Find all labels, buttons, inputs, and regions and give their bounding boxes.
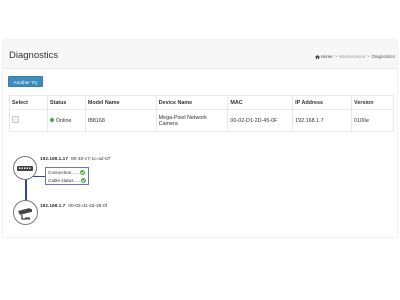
another-try-button[interactable]: Another Try	[8, 76, 43, 87]
page-title: Diagnostics	[9, 50, 59, 61]
cell-device-name: Mega-Pixel Network Camera	[155, 109, 229, 132]
cell-model: IB8168	[84, 109, 157, 132]
cell-ip: 192.168.1.7	[292, 109, 353, 132]
device-name-line2: Camera	[158, 120, 178, 127]
breadcrumb-home[interactable]: Home	[314, 54, 333, 59]
cell-status: Online	[46, 109, 86, 132]
breadcrumb-separator: >	[367, 54, 370, 59]
device-table: Select Status Model Name Device Name MAC…	[9, 95, 394, 132]
col-device-name: Device Name	[155, 95, 229, 110]
camera-node[interactable]	[13, 200, 38, 225]
cable-status: Cable status.....	[48, 178, 86, 183]
breadcrumb: Home > Maintenance > Diagnostics	[314, 54, 395, 59]
camera-icon	[18, 208, 32, 220]
check-icon	[79, 170, 85, 175]
switch-label: 192.168.1.17 00-40-c7-1c-a2-07	[40, 157, 110, 162]
switch-node[interactable]	[13, 156, 37, 180]
cell-mac: 00-02-D1-2D-45-0F	[227, 109, 294, 132]
col-model-name: Model Name	[84, 95, 157, 110]
col-select: Select	[9, 95, 48, 110]
breadcrumb-home-label: Home	[320, 54, 333, 59]
online-status-icon	[49, 118, 54, 123]
home-icon	[314, 54, 320, 59]
col-status: Status	[46, 95, 86, 110]
diagnostic-status-box: Connection...... Cable status.....	[45, 167, 89, 185]
col-ip-address: IP Address	[292, 95, 353, 110]
breadcrumb-maintenance[interactable]: Maintenance	[339, 54, 365, 59]
cell-version: 0100e	[351, 109, 394, 132]
select-checkbox[interactable]	[12, 116, 19, 123]
switch-mac: 00-40-c7-1c-a2-07	[71, 157, 111, 162]
table-header-row: Select Status Model Name Device Name MAC…	[9, 95, 394, 110]
cell-select	[9, 109, 48, 132]
table-row: Online IB8168 Mega-Pixel Network Camera …	[9, 109, 394, 132]
camera-label: 192.168.1.7 00-02-d1-2d-45-0f	[40, 204, 107, 209]
col-version: Version	[351, 95, 394, 110]
breadcrumb-current: Diagnostics	[371, 54, 395, 59]
connection-status: Connection......	[48, 170, 85, 175]
status-text: Online	[55, 117, 72, 124]
check-icon	[80, 178, 86, 183]
switch-ip: 192.168.1.17	[40, 157, 69, 162]
switch-icon	[17, 166, 33, 171]
breadcrumb-separator: >	[334, 54, 338, 59]
camera-mac: 00-02-d1-2d-45-0f	[68, 204, 108, 209]
camera-ip: 192.168.1.7	[40, 204, 66, 209]
col-mac: MAC	[227, 95, 294, 110]
